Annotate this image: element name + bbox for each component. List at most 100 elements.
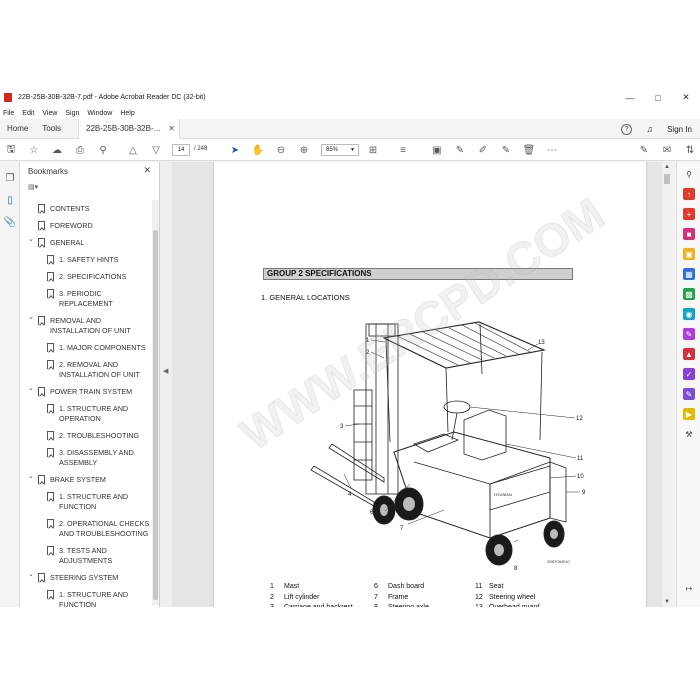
highlight-pen-icon[interactable]: ✎: [453, 143, 467, 157]
toolbar: 🖫 ☆ ☁ ⎙ ⚲ △ ▽ 14 / 248 ➤ ✋ ⊖ ⊕ 85% ▼ ⊞ ≡…: [0, 139, 700, 161]
bookmark-item[interactable]: 1. STRUCTURE AND FUNCTION: [20, 488, 152, 515]
sign-in-button[interactable]: Sign In: [667, 125, 692, 134]
maximize-icon[interactable]: □: [644, 88, 672, 107]
find-magnifier-icon[interactable]: ⚲: [96, 143, 110, 157]
draw-icon[interactable]: ✐: [476, 143, 490, 157]
comment-icon[interactable]: ▣: [430, 143, 444, 157]
bookmark-flag-icon: [47, 343, 54, 352]
expand-chevron-icon[interactable]: ⌄: [28, 570, 34, 580]
bookmark-star-icon[interactable]: ☆: [27, 143, 41, 157]
bookmark-item[interactable]: 1. STRUCTURE AND FUNCTION: [20, 586, 152, 607]
notifications-bell-icon[interactable]: ♫: [644, 124, 655, 135]
acrobat-logo-icon: [4, 93, 12, 102]
scroll-mode-icon[interactable]: ≡: [396, 143, 410, 157]
expand-chevron-icon[interactable]: ⌄: [28, 472, 34, 482]
page-number-input[interactable]: 14: [172, 144, 190, 156]
select-cursor-icon[interactable]: ➤: [228, 143, 242, 157]
print-icon[interactable]: ⎙: [73, 143, 87, 157]
bookmark-item[interactable]: FOREWORD: [20, 217, 152, 234]
menu-sign[interactable]: Sign: [65, 110, 79, 117]
bookmark-item[interactable]: ⌄ POWER TRAIN SYSTEM: [20, 383, 152, 400]
bookmarks-panel-icon[interactable]: ▯: [4, 194, 16, 206]
bookmark-item[interactable]: 1. MAJOR COMPONENTS: [20, 339, 152, 356]
legend-label: Mast: [284, 583, 300, 590]
request-signature-icon[interactable]: ✎: [683, 388, 695, 400]
bookmark-item[interactable]: ⌄ STEERING SYSTEM: [20, 569, 152, 586]
stamp-icon[interactable]: ✎: [499, 143, 513, 157]
scroll-up-icon[interactable]: ▲: [664, 164, 670, 170]
document-scrollbar-thumb[interactable]: [664, 174, 670, 184]
bookmark-item[interactable]: 3. TESTS AND ADJUSTMENTS: [20, 542, 152, 569]
email-icon[interactable]: ✉: [660, 143, 674, 157]
bookmark-item[interactable]: 2. SPECIFICATIONS: [20, 268, 152, 285]
close-tab-icon[interactable]: ✕: [168, 124, 175, 133]
organize-pages-icon[interactable]: ▦: [683, 268, 695, 280]
page-fit-icon[interactable]: ⊞: [366, 143, 380, 157]
menu-view[interactable]: View: [42, 110, 57, 117]
help-icon[interactable]: ?: [621, 123, 633, 135]
menu-help[interactable]: Help: [120, 110, 134, 117]
previous-page-icon[interactable]: △: [126, 143, 140, 157]
page-thumbnails-icon[interactable]: ❐: [4, 172, 16, 184]
expand-chevron-icon[interactable]: ⌄: [28, 313, 34, 323]
forklift-diagram: HYUNDAI 1 2 3 4 5 6 7 8 9 10 11 12 13: [310, 321, 586, 572]
scrollbar-thumb[interactable]: [153, 230, 158, 600]
search-icon[interactable]: ⚲: [683, 168, 695, 180]
bookmark-item[interactable]: CONTENTS: [20, 200, 152, 217]
collapse-panel-icon[interactable]: ◀: [163, 367, 168, 375]
zoom-select[interactable]: 85% ▼: [321, 144, 359, 156]
bookmark-item[interactable]: 1. SAFETY HINTS: [20, 251, 152, 268]
save-icon[interactable]: 🖫: [4, 143, 18, 157]
bookmarks-scrollbar[interactable]: [152, 200, 159, 605]
tab-document[interactable]: 22B-25B-30B-32B-... ✕: [78, 118, 180, 139]
export-pdf-icon[interactable]: ↑: [683, 188, 695, 200]
zoom-in-icon[interactable]: ⊕: [297, 143, 311, 157]
send-for-review-icon[interactable]: ▶: [683, 408, 695, 420]
bookmark-item[interactable]: ⌄ BRAKE SYSTEM: [20, 471, 152, 488]
more-tools-wrench-icon[interactable]: ⚒: [683, 428, 695, 440]
upload-cloud-icon[interactable]: ☁: [50, 143, 64, 157]
panel-splitter[interactable]: ◀: [160, 162, 172, 607]
menu-file[interactable]: File: [3, 110, 14, 117]
expand-chevron-icon[interactable]: ⌄: [28, 235, 34, 245]
document-scrollbar[interactable]: ▲ ▼: [662, 162, 672, 607]
bookmark-item[interactable]: 2. REMOVAL AND INSTALLATION OF UNIT: [20, 356, 152, 383]
next-page-icon[interactable]: ▽: [149, 143, 163, 157]
menu-bar: File Edit View Sign Window Help: [0, 107, 700, 119]
minimize-icon[interactable]: —: [616, 88, 644, 107]
bookmarks-options-menu[interactable]: ▤▾: [20, 180, 159, 194]
scroll-down-icon[interactable]: ▼: [664, 599, 670, 605]
fill-sign-icon[interactable]: ✎: [637, 143, 651, 157]
bookmark-item[interactable]: 2. TROUBLESHOOTING: [20, 427, 152, 444]
tab-tools[interactable]: Tools: [35, 119, 68, 139]
zoom-out-icon[interactable]: ⊖: [274, 143, 288, 157]
combine-files-icon[interactable]: ■: [683, 228, 695, 240]
close-window-icon[interactable]: ✕: [672, 88, 700, 107]
comment-tool-icon[interactable]: ▣: [683, 248, 695, 260]
menu-window[interactable]: Window: [87, 110, 112, 117]
fill-and-sign-icon[interactable]: ✎: [683, 328, 695, 340]
more-tools-icon[interactable]: ⋯: [545, 143, 559, 157]
expand-chevron-icon[interactable]: ⌄: [28, 384, 34, 394]
attachments-paperclip-icon[interactable]: 📎: [4, 216, 16, 228]
document-view[interactable]: GROUP 2 SPECIFICATIONS 1. GENERAL LOCATI…: [172, 162, 662, 607]
tab-home[interactable]: Home: [0, 119, 35, 139]
hand-tool-icon[interactable]: ✋: [251, 143, 265, 157]
delete-trash-icon[interactable]: 🗑: [522, 143, 536, 157]
expand-tools-icon[interactable]: ↦: [683, 582, 695, 594]
bookmark-item[interactable]: 3. PERIODIC REPLACEMENT: [20, 285, 152, 312]
send-for-signature-icon[interactable]: ✓: [683, 368, 695, 380]
bookmark-item[interactable]: ⌄ GENERAL: [20, 234, 152, 251]
menu-edit[interactable]: Edit: [22, 110, 34, 117]
create-pdf-icon[interactable]: +: [683, 208, 695, 220]
bookmark-item[interactable]: 3. DISASSEMBLY AND ASSEMBLY: [20, 444, 152, 471]
bookmark-item[interactable]: ⌄ REMOVAL AND INSTALLATION OF UNIT: [20, 312, 152, 339]
options-list-icon[interactable]: ▤▾: [28, 183, 38, 191]
bookmark-item[interactable]: 2. OPERATIONAL CHECKS AND TROUBLESHOOTIN…: [20, 515, 152, 542]
compress-icon[interactable]: ▩: [683, 288, 695, 300]
bookmark-item[interactable]: 1. STRUCTURE AND OPERATION: [20, 400, 152, 427]
scan-ocr-icon[interactable]: ◉: [683, 308, 695, 320]
share-icon[interactable]: ⇅: [683, 143, 697, 157]
protect-icon[interactable]: ▲: [683, 348, 695, 360]
close-panel-icon[interactable]: ✕: [143, 165, 151, 176]
